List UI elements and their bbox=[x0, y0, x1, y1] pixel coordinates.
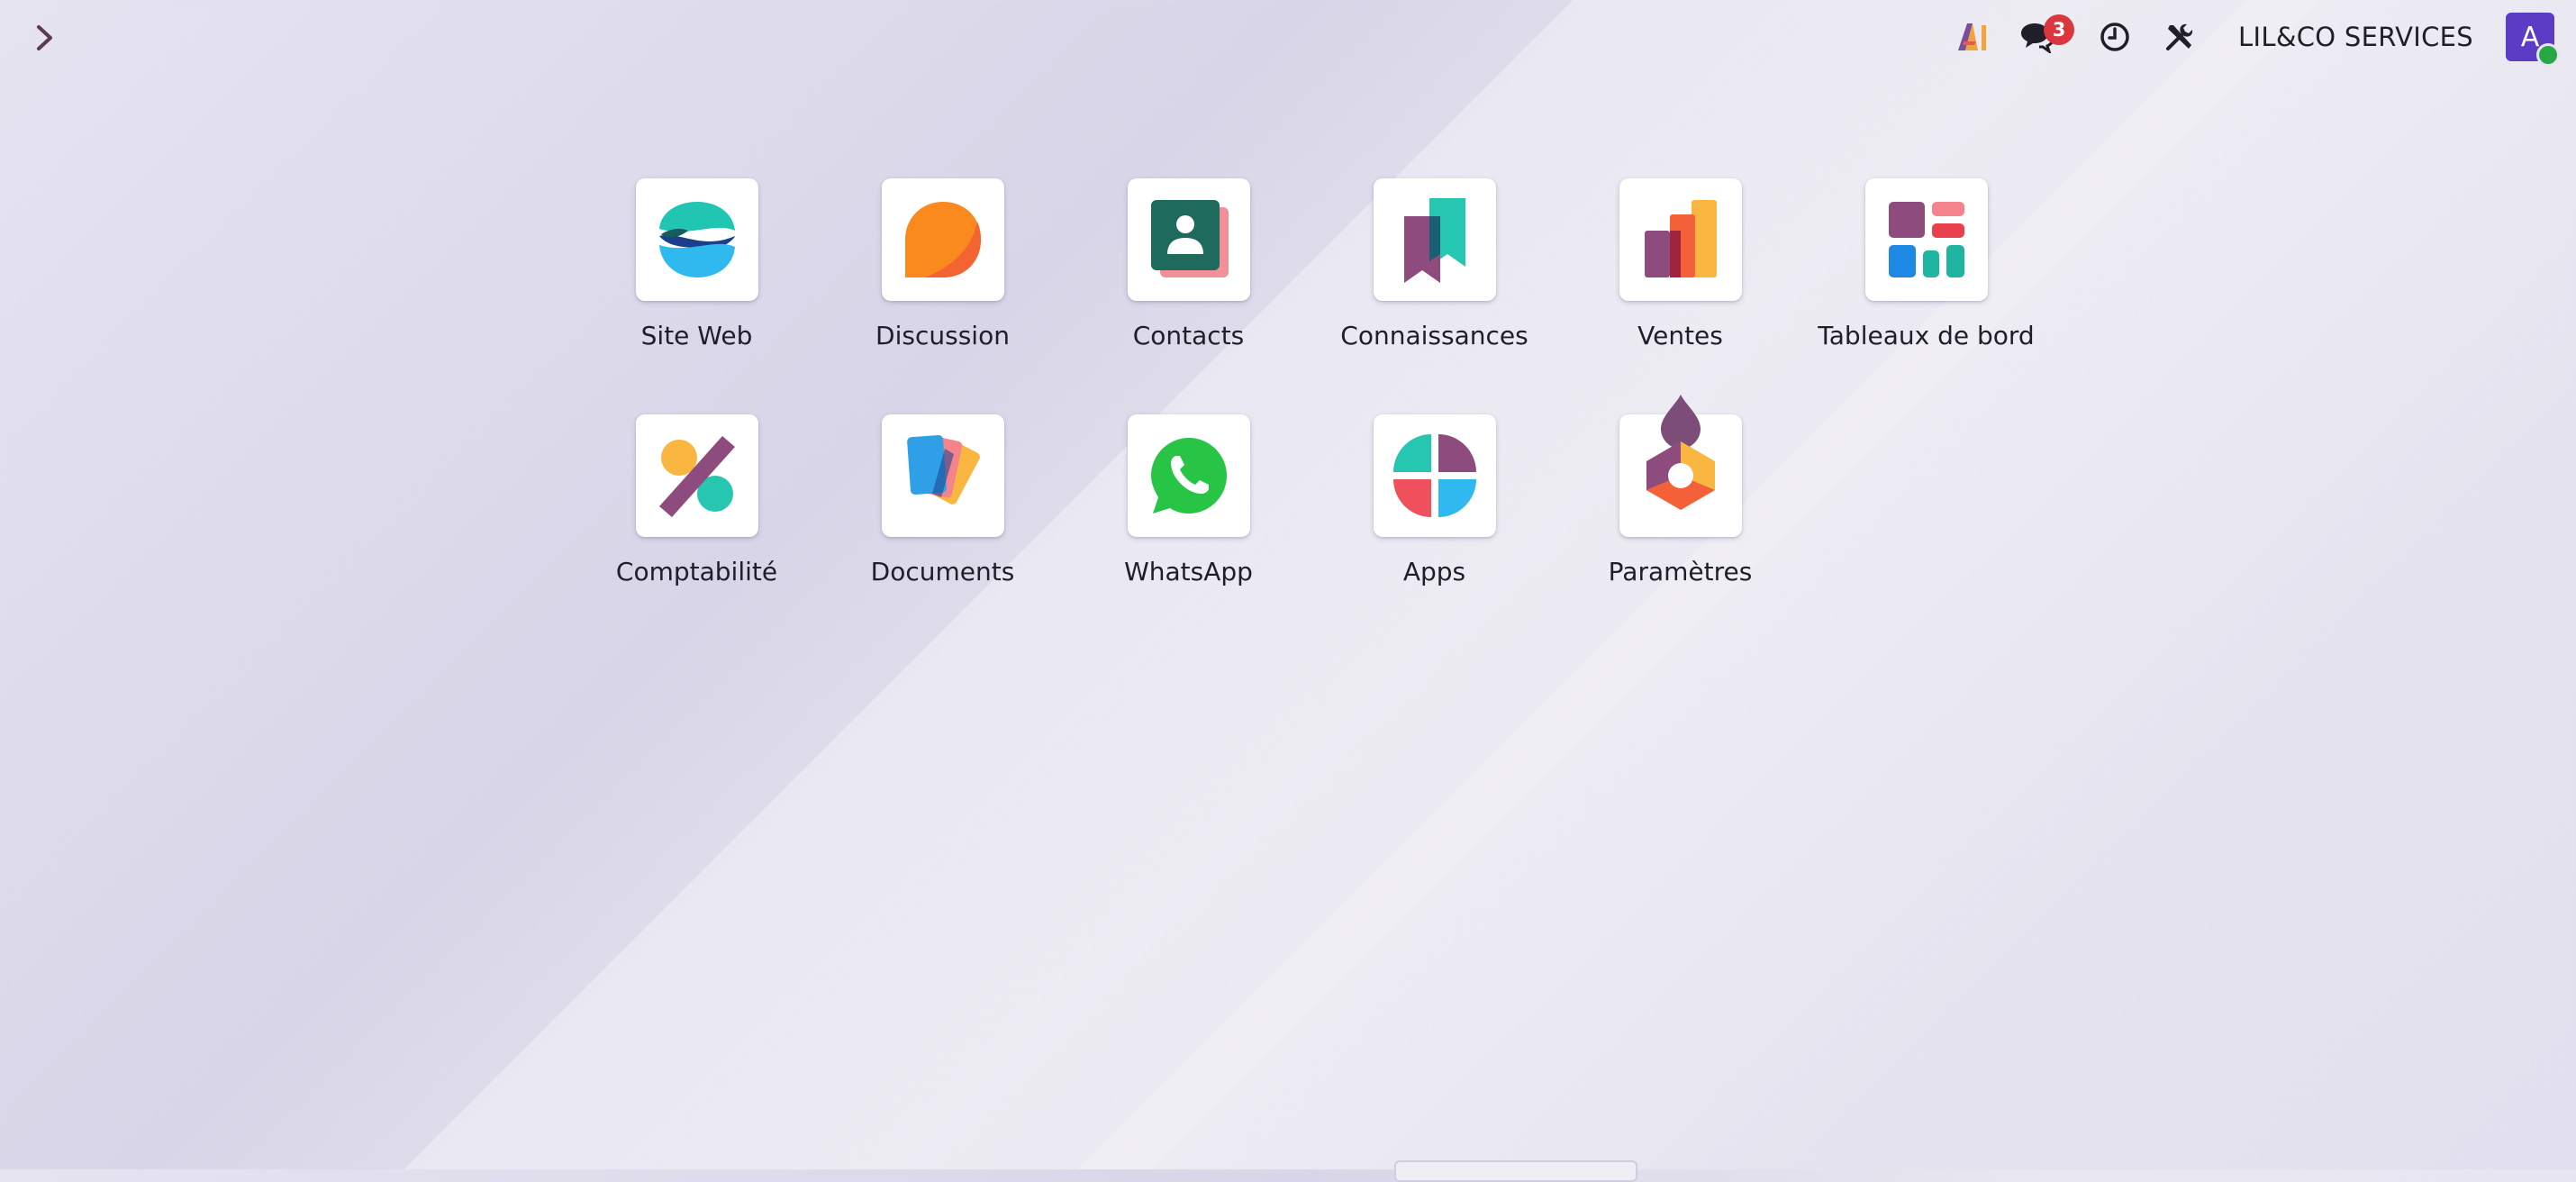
app-tile bbox=[1373, 414, 1496, 537]
app-tile bbox=[635, 414, 758, 537]
user-avatar[interactable]: A bbox=[2506, 13, 2560, 67]
app-label: Tableaux de bord bbox=[1818, 321, 2035, 350]
clock-icon bbox=[2100, 23, 2129, 51]
apps-icon bbox=[1392, 434, 1476, 517]
website-icon bbox=[658, 202, 735, 277]
app-grid: Site Web Discussion Contacts Connaissanc… bbox=[574, 178, 2049, 650]
documents-icon bbox=[906, 435, 980, 505]
app-label: Ventes bbox=[1637, 321, 1723, 350]
top-bar: 3 LIL&CO SERVICES A bbox=[1952, 9, 2560, 67]
app-label: Paramètres bbox=[1608, 557, 1753, 586]
app-tile bbox=[635, 178, 758, 301]
app-tile bbox=[881, 414, 1004, 537]
app-discussion[interactable]: Discussion bbox=[820, 178, 1066, 414]
app-documents[interactable]: Documents bbox=[820, 414, 1066, 650]
app-whatsapp[interactable]: WhatsApp bbox=[1066, 414, 1311, 650]
accounting-icon bbox=[658, 436, 735, 517]
messages-button[interactable]: 3 bbox=[2017, 14, 2075, 58]
debug-tools-button[interactable] bbox=[2159, 16, 2200, 58]
app-label: Discussion bbox=[875, 321, 1010, 350]
messages-count-badge: 3 bbox=[2044, 14, 2075, 45]
knowledge-icon bbox=[1403, 198, 1465, 283]
contacts-icon bbox=[1150, 200, 1229, 277]
dashboards-icon bbox=[1888, 202, 1964, 277]
app-tile bbox=[1127, 178, 1250, 301]
app-label: Comptabilité bbox=[615, 557, 778, 586]
app-tile bbox=[1864, 178, 1988, 301]
app-ventes[interactable]: Ventes bbox=[1557, 178, 1803, 414]
online-status-indicator bbox=[2536, 43, 2560, 67]
app-tile bbox=[1127, 414, 1250, 537]
app-tile bbox=[881, 178, 1004, 301]
sales-icon bbox=[1644, 200, 1717, 277]
app-tableaux-de-bord[interactable]: Tableaux de bord bbox=[1803, 178, 2049, 414]
app-label: Documents bbox=[870, 557, 1015, 586]
app-apps[interactable]: Apps bbox=[1311, 414, 1557, 650]
discussion-icon bbox=[904, 202, 981, 277]
ai-button[interactable] bbox=[1952, 16, 1993, 58]
app-label: Apps bbox=[1402, 557, 1466, 586]
settings-icon bbox=[1646, 395, 1715, 510]
app-parametres[interactable]: Paramètres bbox=[1557, 395, 1803, 650]
chevron-right-icon bbox=[37, 25, 52, 50]
app-tile bbox=[1619, 178, 1742, 301]
app-label: Site Web bbox=[640, 321, 753, 350]
ai-icon bbox=[1958, 23, 1987, 50]
app-contacts[interactable]: Contacts bbox=[1066, 178, 1311, 414]
app-comptabilite[interactable]: Comptabilité bbox=[574, 414, 820, 650]
sidebar-toggle-button[interactable] bbox=[27, 20, 63, 56]
app-label: Contacts bbox=[1132, 321, 1245, 350]
app-site-web[interactable]: Site Web bbox=[574, 178, 820, 414]
app-connaissances[interactable]: Connaissances bbox=[1311, 178, 1557, 414]
app-tile bbox=[1373, 178, 1496, 301]
whatsapp-icon bbox=[1150, 438, 1227, 514]
company-switcher[interactable]: LIL&CO SERVICES bbox=[2238, 22, 2473, 52]
tools-icon bbox=[2166, 23, 2193, 50]
avatar-initial: A bbox=[2520, 21, 2540, 53]
app-tile bbox=[1619, 395, 1742, 537]
activities-button[interactable] bbox=[2094, 16, 2136, 58]
bottom-panel-handle[interactable] bbox=[1394, 1160, 1637, 1182]
app-label: Connaissances bbox=[1340, 321, 1528, 350]
app-label: WhatsApp bbox=[1124, 557, 1253, 586]
